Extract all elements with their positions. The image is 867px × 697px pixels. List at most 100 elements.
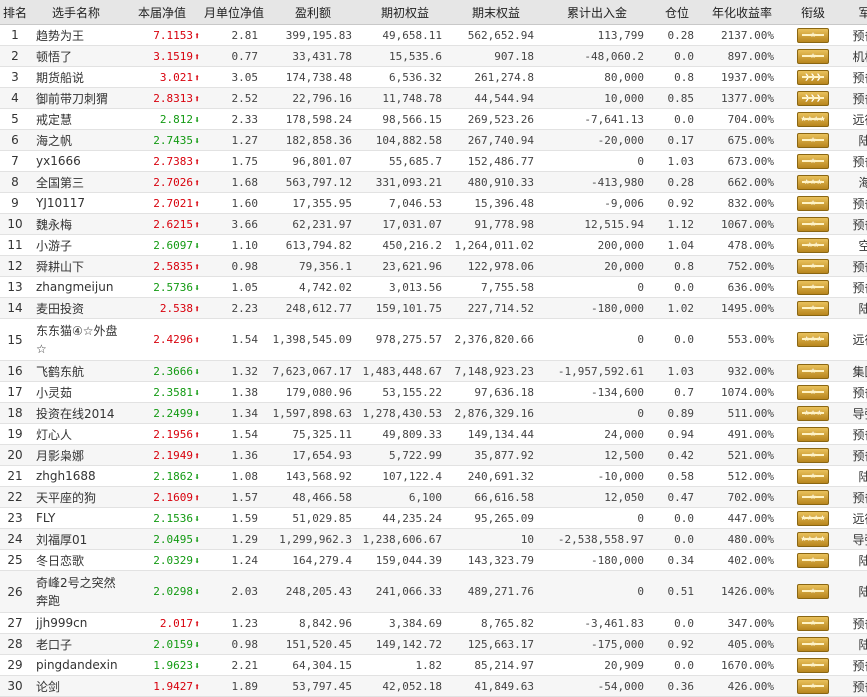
branch-cell: 预备役 [844,654,867,676]
table-row[interactable]: 24 刘福厚01 2.0495⬇ 1.29 1,299,962.3 1,238,606.6… [0,528,867,550]
player-name-link[interactable]: yx1666 [30,150,122,172]
player-name-link[interactable]: 东东猫④☆外盘☆ [30,318,122,361]
header-military-rank[interactable]: 衔级 [782,0,844,25]
player-name-link[interactable]: 趋势为王 [30,24,122,46]
military-rank-cell: ★ [782,381,844,403]
player-name-link[interactable]: 小游子 [30,234,122,256]
table-row[interactable]: 10 魏永梅 2.6215⬆ 3.66 62,231.97 17,031.07 91,778… [0,213,867,235]
player-name-link[interactable]: 投资在线2014 [30,402,122,424]
player-name-link[interactable]: 麦田投资 [30,297,122,319]
table-row[interactable]: 21 zhgh1688 2.1862⬇ 1.08 143,568.92 107,122.4… [0,465,867,487]
profit-cell: 399,195.83 [266,24,360,46]
player-name-link[interactable]: jjh999cn [30,612,122,634]
header-net-value[interactable]: 本届净值 [122,0,202,25]
position-cell: 0.92 [652,192,702,214]
position-cell: 0.0 [652,276,702,298]
table-row[interactable]: 7 yx1666 2.7383⬆ 1.75 96,801.07 55,685.7 152,4… [0,150,867,172]
player-name-link[interactable]: 月影枭娜 [30,444,122,466]
rank-cell: 9 [0,192,30,214]
header-position[interactable]: 仓位 [652,0,702,25]
table-row[interactable]: 30 论剑 1.9427⬆ 1.89 53,797.45 42,052.18 41,849.… [0,675,867,697]
table-row[interactable]: 26 奇峰2号之突然奔跑 2.0298⬇ 2.03 248,205.43 241,066.… [0,570,867,613]
header-cumulative-flow[interactable]: 累计出入金 [542,0,652,25]
monthly-unit-net-cell: 1.32 [202,360,266,382]
table-row[interactable]: 20 月影枭娜 2.1949⬆ 1.36 17,654.93 5,722.99 35,877… [0,444,867,466]
player-name-link[interactable]: FLY [30,507,122,529]
table-row[interactable]: 4 御前带刀刺猬 2.8313⬆ 2.52 22,796.16 11,748.78 44,5… [0,87,867,109]
header-player-name[interactable]: 选手名称 [30,0,122,25]
rank-insignia-one-star-icon: ★ [797,426,829,442]
branch-cell: 陆军 [844,570,867,613]
player-name-link[interactable]: 冬日恋歌 [30,549,122,571]
branch-cell: 陆军 [844,129,867,151]
table-row[interactable]: 11 小游子 2.6097⬇ 1.10 613,794.82 450,216.2 1,264… [0,234,867,256]
table-row[interactable]: 2 顿悟了 3.1519⬆ 0.77 33,431.78 15,535.6 907.18 -4… [0,45,867,67]
player-name-link[interactable]: 论剑 [30,675,122,697]
player-name-link[interactable]: 全国第三 [30,171,122,193]
cumulative-flow-cell: -10,000 [542,465,652,487]
cumulative-flow-cell: -9,006 [542,192,652,214]
monthly-unit-net-cell: 1.24 [202,549,266,571]
table-row[interactable]: 5 戒定慧 2.812⬇ 2.33 178,598.24 98,566.15 269,523… [0,108,867,130]
player-name-link[interactable]: 老口子 [30,633,122,655]
begin-equity-cell: 149,142.72 [360,633,450,655]
player-name-link[interactable]: 魏永梅 [30,213,122,235]
table-row[interactable]: 25 冬日恋歌 2.0329⬇ 1.24 164,279.4 159,044.39 143,… [0,549,867,571]
player-name-link[interactable]: 小灵茹 [30,381,122,403]
profit-cell: 62,231.97 [266,213,360,235]
begin-equity-cell: 241,066.33 [360,570,450,613]
player-name-link[interactable]: 天平座的狗 [30,486,122,508]
player-name-link[interactable]: 戒定慧 [30,108,122,130]
branch-cell: 陆军 [844,297,867,319]
table-row[interactable]: 17 小灵茹 2.3581⬇ 1.38 179,080.96 53,155.22 97,63… [0,381,867,403]
header-annual-return[interactable]: 年化收益率 [702,0,782,25]
table-row[interactable]: 6 海之帆 2.7435⬇ 1.27 182,858.36 104,882.58 267,7… [0,129,867,151]
table-row[interactable]: 3 期货船说 3.021⬆ 3.05 174,738.48 6,536.32 261,274… [0,66,867,88]
player-name-link[interactable]: pingdandexin [30,654,122,676]
military-rank-cell: ★ [782,675,844,697]
table-row[interactable]: 18 投资在线2014 2.2499⬇ 1.34 1,597,898.63 1,278,4… [0,402,867,424]
player-name-link[interactable]: 御前带刀刺猬 [30,87,122,109]
annual-return-cell: 897.00% [702,45,782,67]
table-row[interactable]: 29 pingdandexin 1.9623⬇ 2.21 64,304.15 1.82 85… [0,654,867,676]
position-cell: 0.0 [652,612,702,634]
table-row[interactable]: 22 天平座的狗 2.1609⬆ 1.57 48,466.58 6,100 66,616.5… [0,486,867,508]
table-row[interactable]: 16 飞鹤东航 2.3666⬇ 1.32 7,623,067.17 1,483,448.6… [0,360,867,382]
player-name-link[interactable]: 顿悟了 [30,45,122,67]
header-monthly-unit-net[interactable]: 月单位净值 [202,0,266,25]
net-value: 2.5835 [153,259,193,273]
table-row[interactable]: 1 趋势为王 7.1153⬆ 2.81 399,195.83 49,658.11 562,6… [0,24,867,46]
player-name-link[interactable]: 期货船说 [30,66,122,88]
player-name-link[interactable]: 刘福厚01 [30,528,122,550]
player-name-link[interactable]: 舜耕山下 [30,255,122,277]
begin-equity-cell: 55,685.7 [360,150,450,172]
position-cell: 0.94 [652,423,702,445]
player-name-link[interactable]: 海之帆 [30,129,122,151]
table-row[interactable]: 28 老口子 2.0159⬇ 0.98 151,520.45 149,142.72 125,… [0,633,867,655]
header-branch[interactable]: 军种 [844,0,867,25]
table-row[interactable]: 12 舜耕山下 2.5835⬆ 0.98 79,356.1 23,621.96 122,97… [0,255,867,277]
player-name-link[interactable]: 奇峰2号之突然奔跑 [30,570,122,613]
header-profit[interactable]: 盈利额 [266,0,360,25]
header-end-equity[interactable]: 期末权益 [450,0,542,25]
player-name-link[interactable]: zhangmeijun [30,276,122,298]
table-row[interactable]: 19 灯心人 2.1956⬆ 1.54 75,325.11 49,809.33 149,13… [0,423,867,445]
player-name-link[interactable]: 灯心人 [30,423,122,445]
table-row[interactable]: 27 jjh999cn 2.017⬆ 1.23 8,842.96 3,384.69 8,76… [0,612,867,634]
table-row[interactable]: 13 zhangmeijun 2.5736⬇ 1.05 4,742.02 3,013.56… [0,276,867,298]
header-rank[interactable]: 排名 [0,0,30,25]
table-row[interactable]: 8 全国第三 2.7026⬆ 1.68 563,797.12 331,093.21 480,… [0,171,867,193]
table-row[interactable]: 14 麦田投资 2.538⬆ 2.23 248,612.77 159,101.75 227,… [0,297,867,319]
table-row[interactable]: 23 FLY 2.1536⬇ 1.59 51,029.85 44,235.24 95,265… [0,507,867,529]
player-name-link[interactable]: zhgh1688 [30,465,122,487]
table-row[interactable]: 15 东东猫④☆外盘☆ 2.4296⬆ 1.54 1,398,545.09 978,275… [0,318,867,361]
profit-cell: 613,794.82 [266,234,360,256]
military-rank-cell: ★★★ [782,402,844,424]
header-begin-equity[interactable]: 期初权益 [360,0,450,25]
rank-cell: 20 [0,444,30,466]
player-name-link[interactable]: 飞鹤东航 [30,360,122,382]
table-row[interactable]: 9 YJ10117 2.7021⬆ 1.60 17,355.95 7,046.53 15,3… [0,192,867,214]
player-name-link[interactable]: YJ10117 [30,192,122,214]
arrow-down-icon: ⬇ [193,387,200,399]
military-rank-cell: ★★ [782,234,844,256]
